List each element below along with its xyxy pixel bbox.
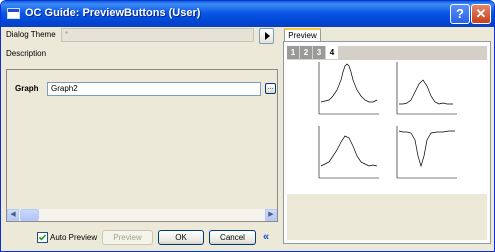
- preview-graph: [318, 62, 457, 179]
- help-button[interactable]: ?: [450, 4, 470, 24]
- cancel-button[interactable]: Cancel: [209, 230, 256, 245]
- window-icon: [7, 8, 20, 19]
- page-tab-1[interactable]: 1: [287, 46, 299, 59]
- auto-preview-label: Auto Preview: [50, 233, 98, 242]
- page-tab-3[interactable]: 3: [313, 46, 325, 59]
- scroll-thumb[interactable]: [20, 209, 39, 221]
- checkmark-icon: [38, 234, 47, 241]
- graph-label: Graph: [15, 84, 39, 93]
- tab-preview[interactable]: Preview: [284, 28, 321, 42]
- dialog-theme-label: Dialog Theme: [6, 30, 56, 39]
- page-tab-2[interactable]: 2: [300, 46, 312, 59]
- close-button[interactable]: ✕: [471, 4, 491, 24]
- window-title: OC Guide: PreviewButtons (User): [25, 7, 201, 19]
- auto-preview-checkbox[interactable]: [37, 232, 48, 243]
- preview-canvas: [287, 46, 487, 194]
- title-bar[interactable]: OC Guide: PreviewButtons (User) ? ✕: [1, 1, 494, 27]
- graph-input[interactable]: Graph2: [47, 82, 261, 96]
- preview-footer-area: [287, 194, 487, 240]
- scroll-left-icon[interactable]: ◀: [7, 209, 19, 221]
- collapse-panel-icon[interactable]: «: [263, 231, 269, 243]
- graph-browse-button[interactable]: ...: [265, 83, 276, 94]
- layer-1-plot: [318, 62, 379, 115]
- theme-menu-button[interactable]: [259, 28, 274, 44]
- page-tab-4[interactable]: 4: [326, 46, 338, 59]
- settings-panel: Graph Graph2 ... ◀ ▶: [6, 69, 278, 222]
- layer-2-plot: [396, 62, 457, 115]
- preview-button[interactable]: Preview: [102, 230, 153, 245]
- description-label: Description: [6, 49, 47, 58]
- ok-button[interactable]: OK: [158, 230, 204, 245]
- layer-4-plot: [396, 126, 457, 179]
- layer-3-plot: [318, 126, 379, 179]
- arrow-right-icon: [265, 32, 270, 40]
- horizontal-scrollbar[interactable]: ◀ ▶: [7, 209, 277, 221]
- dialog-theme-combo[interactable]: *: [61, 28, 254, 42]
- scroll-right-icon[interactable]: ▶: [265, 209, 277, 221]
- dialog-window: OC Guide: PreviewButtons (User) ? ✕ Dial…: [0, 0, 495, 252]
